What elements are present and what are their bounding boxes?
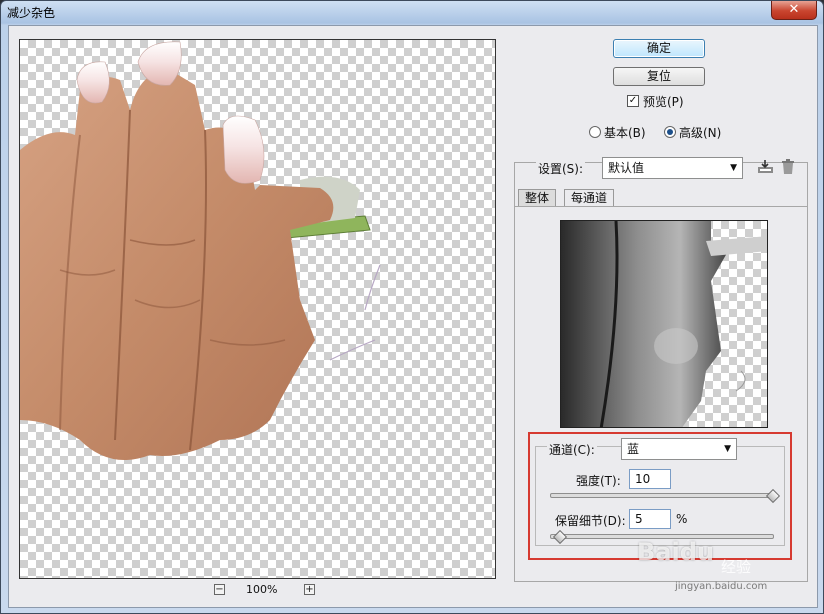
advanced-radio-label[interactable]: 高级(N) [679, 124, 721, 141]
window-title: 减少杂色 [7, 6, 56, 20]
channel-select[interactable]: 蓝 ▼ [621, 438, 737, 460]
strength-slider[interactable] [550, 493, 774, 498]
watermark-brand: Baidu [637, 538, 714, 566]
zoom-in-button[interactable]: + [304, 584, 315, 595]
zoom-bar: − 100% + [19, 582, 496, 600]
main-preview[interactable] [19, 39, 496, 579]
settings-value: 默认值 [608, 161, 645, 175]
channel-value: 蓝 [627, 442, 640, 456]
trash-icon[interactable] [781, 159, 795, 175]
chevron-down-icon: ▼ [724, 444, 731, 454]
reset-button[interactable]: 复位 [613, 67, 705, 86]
strength-input[interactable]: 10 [629, 469, 671, 489]
ok-button[interactable]: 确定 [613, 39, 705, 58]
tab-per-channel[interactable]: 每通道 [564, 189, 615, 206]
detail-label: 保留细节(D): [555, 514, 626, 528]
preview-label[interactable]: 预览(P) [643, 93, 684, 110]
basic-radio[interactable] [589, 126, 601, 138]
basic-radio-label[interactable]: 基本(B) [604, 124, 646, 141]
zoom-out-button[interactable]: − [214, 584, 225, 595]
channel-image [561, 221, 767, 427]
tab-divider [514, 206, 808, 207]
detail-input[interactable]: 5 [629, 509, 671, 529]
settings-label: 设置(S): [536, 160, 586, 177]
channel-label: 通道(C): [547, 441, 597, 458]
hand-image [20, 41, 381, 460]
watermark-suffix: 经验 [721, 558, 752, 576]
advanced-radio[interactable] [664, 126, 676, 138]
zoom-level: 100% [246, 583, 278, 596]
reduce-noise-dialog: 减少杂色 ✕ − 100% + 确定 复位 ✓ 预览(P) 基本(B) 高级(N… [0, 0, 824, 614]
title-bar[interactable]: 减少杂色 ✕ [1, 1, 823, 25]
detail-unit: % [676, 512, 688, 526]
strength-label: 强度(T): [576, 474, 621, 488]
tab-overall[interactable]: 整体 [518, 189, 557, 206]
watermark-url: jingyan.baidu.com [675, 581, 768, 592]
channel-preview[interactable] [560, 220, 768, 428]
dialog-body: − 100% + 确定 复位 ✓ 预览(P) 基本(B) 高级(N) 设置(S)… [8, 25, 818, 608]
close-button[interactable]: ✕ [771, 1, 817, 20]
save-icon[interactable] [757, 159, 775, 175]
chevron-down-icon: ▼ [730, 163, 737, 173]
preview-checkbox[interactable]: ✓ [627, 95, 639, 107]
settings-select[interactable]: 默认值 ▼ [602, 157, 743, 179]
